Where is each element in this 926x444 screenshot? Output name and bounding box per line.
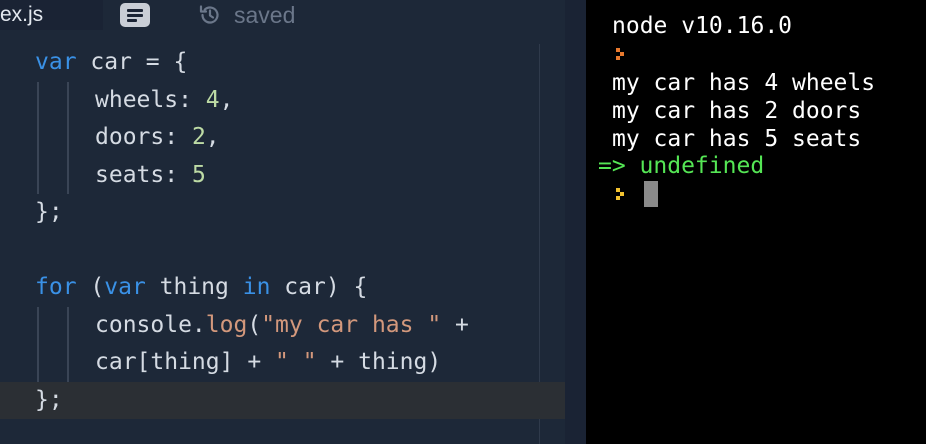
code-line[interactable]: seats: 5: [0, 156, 565, 195]
console-output-line: my car has 4 wheels: [612, 70, 876, 96]
code-token: "my car has ": [261, 311, 442, 338]
history-icon[interactable]: [198, 3, 222, 27]
code-token: + thing): [316, 349, 442, 375]
line-text: };: [35, 194, 63, 232]
code-token: 2: [191, 124, 206, 150]
code-token: doors:: [95, 124, 192, 150]
indent-guide: [67, 81, 69, 119]
line-text: console.log("my car has " +: [95, 307, 469, 345]
code-line[interactable]: };: [0, 194, 565, 232]
indent-guide: [37, 81, 39, 119]
code-editor[interactable]: ex.js saved var car = {wheels: 4, doors…: [0, 0, 565, 444]
console[interactable]: node v10.16.0 my car has 4 wheels my car…: [586, 0, 926, 444]
code-line[interactable]: doors: 2,: [0, 119, 565, 157]
indent-guide: [67, 119, 69, 157]
line-text: wheels: 4,: [95, 82, 234, 120]
pane-divider[interactable]: [565, 0, 586, 444]
saved-status: saved: [234, 2, 296, 28]
indent-guide: [37, 156, 39, 194]
code-token: };: [35, 199, 63, 225]
code-line[interactable]: var car = {: [0, 44, 565, 82]
code-token: (: [247, 311, 262, 338]
document-icon[interactable]: [120, 3, 150, 27]
code-token: 5: [191, 161, 206, 188]
code-token: wheels:: [95, 86, 206, 113]
indent-guide: [67, 344, 69, 382]
code-token: ,: [219, 86, 234, 113]
code-token: +: [441, 311, 469, 338]
code-line[interactable]: for (var thing in car) {: [0, 269, 565, 307]
code-token: var: [104, 274, 146, 300]
code-token: " ": [275, 349, 317, 375]
indent-guide: [37, 306, 39, 344]
tab-filename: ex.js: [0, 3, 44, 26]
code-line-current[interactable]: };: [0, 381, 565, 420]
indent-guide: [67, 156, 69, 194]
code-token: 4: [205, 86, 220, 113]
line-text: doors: 2,: [95, 119, 220, 157]
indent-guide: [37, 119, 39, 157]
console-input-cursor[interactable]: [644, 181, 658, 207]
code-token: var: [35, 49, 77, 75]
line-text: };: [35, 382, 63, 420]
console-result: => undefined: [598, 153, 765, 179]
code-token: console.: [95, 311, 206, 338]
indent-guide: [37, 344, 39, 382]
code-token: for: [35, 274, 77, 300]
console-version: node v10.16.0: [612, 13, 793, 39]
console-output-line: my car has 2 doors: [612, 98, 862, 124]
code-line[interactable]: console.log("my car has " +: [0, 306, 565, 345]
code-line[interactable]: [0, 232, 565, 270]
line-text: for (var thing in car) {: [35, 269, 367, 307]
line-text: car[thing] + " " + thing): [95, 344, 441, 382]
code-token: ,: [205, 124, 220, 150]
prompt-chevron-icon: [616, 188, 624, 200]
code-token: car[thing] +: [95, 349, 276, 375]
tab-ex-js[interactable]: ex.js: [0, 0, 103, 30]
code-token: car) {: [270, 274, 368, 300]
editor-tabbar: ex.js saved: [0, 0, 565, 30]
code-token: in: [242, 274, 271, 300]
code-line[interactable]: wheels: 4,: [0, 81, 565, 120]
code-lines[interactable]: var car = { wheels: 4, doors: 2, seats: …: [0, 44, 565, 419]
code-token: (: [76, 274, 105, 300]
code-token: log: [205, 311, 248, 338]
console-output-line: my car has 5 seats: [612, 126, 862, 152]
replit-workspace: ex.js saved var car = {wheels: 4, doors…: [0, 0, 926, 444]
code-line[interactable]: car[thing] + " " + thing): [0, 344, 565, 382]
line-text: var car = {: [35, 44, 187, 82]
line-text: seats: 5: [95, 157, 206, 195]
code-token: seats:: [95, 161, 192, 188]
code-token: };: [35, 386, 63, 413]
code-token: car = {: [76, 49, 188, 75]
prompt-chevron-icon: [616, 48, 624, 60]
code-token: thing: [145, 274, 243, 300]
indent-guide: [67, 306, 69, 344]
